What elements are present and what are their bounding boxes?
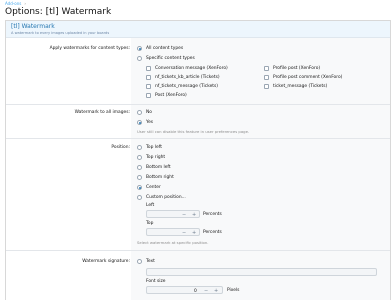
content-type-label[interactable]: Profile post comment (XenForo) (273, 75, 342, 80)
position-label: Position: (111, 145, 130, 150)
content-type-label[interactable]: nf_tickets_kb_article (Tickets) (155, 75, 220, 80)
block-title[interactable]: [tl] Watermark (11, 23, 55, 30)
position-top-left-radio[interactable] (137, 145, 142, 150)
position-bottom-right-radio[interactable] (137, 175, 142, 180)
font-size-unit: Pixels (227, 288, 240, 293)
top-offset-label: Top (146, 221, 154, 226)
position-bottom-left-label[interactable]: Bottom left (146, 165, 171, 170)
all-images-no-label[interactable]: No (146, 110, 152, 115)
all-images-yes-label[interactable]: Yes (146, 120, 153, 125)
font-size-label: Font size (146, 279, 166, 284)
signature-label: Watermark signature: (82, 259, 130, 264)
font-size-stepper[interactable]: 0 − + (146, 286, 223, 294)
row-divider (6, 138, 390, 139)
breadcrumb-item-addons[interactable]: Add-ons › (5, 1, 26, 6)
position-center-radio[interactable] (137, 185, 142, 190)
position-top-right-label[interactable]: Top right (146, 155, 165, 160)
content-type-checkbox[interactable] (146, 93, 151, 98)
decrement-button[interactable]: − (204, 288, 208, 294)
breadcrumb-separator: › (24, 1, 26, 6)
all-images-hint: User still can disable this feature in u… (137, 129, 250, 134)
position-center-label[interactable]: Center (146, 185, 161, 190)
left-offset-label: Left (146, 203, 155, 208)
left-offset-stepper[interactable]: − + (146, 210, 200, 218)
content-type-checkbox[interactable] (264, 66, 269, 71)
font-size-value[interactable]: 0 (194, 289, 197, 294)
all-content-types-radio[interactable] (137, 46, 142, 51)
all-images-label: Watermark to all images: (74, 110, 130, 115)
specific-content-types-label[interactable]: Specific content types (146, 56, 195, 61)
content-type-checkbox[interactable] (146, 66, 151, 71)
block-header: [tl] Watermark A watermark to every imag… (6, 21, 390, 38)
signature-text-label[interactable]: Text (146, 259, 155, 264)
content-type-checkbox[interactable] (146, 75, 151, 80)
all-images-no-radio[interactable] (137, 110, 142, 115)
signature-text-input[interactable] (146, 268, 377, 276)
all-content-types-label[interactable]: All content types (146, 46, 183, 51)
content-type-label[interactable]: ticket_message (Tickets) (273, 84, 327, 89)
increment-button[interactable]: + (192, 230, 196, 236)
content-type-checkbox[interactable] (264, 84, 269, 89)
signature-text-radio[interactable] (137, 259, 142, 264)
content-type-label[interactable]: nf_tickets_message (Tickets) (155, 84, 218, 89)
all-images-yes-radio[interactable] (137, 120, 142, 125)
block-description: A watermark to every images uploaded in … (11, 31, 110, 35)
row-divider (6, 104, 390, 105)
content-types-label: Apply watermarks for content types: (49, 46, 130, 51)
top-offset-unit: Percents (203, 230, 222, 235)
content-type-label[interactable]: Profile post (XenForo) (273, 66, 320, 71)
decrement-button[interactable]: − (182, 230, 186, 236)
increment-button[interactable]: + (192, 212, 196, 218)
content-type-checkbox[interactable] (264, 75, 269, 80)
position-bottom-right-label[interactable]: Bottom right (146, 175, 174, 180)
page-title: Options: [tl] Watermark (5, 7, 112, 17)
content-type-label[interactable]: Conversation message (XenForo) (155, 66, 228, 71)
top-offset-stepper[interactable]: − + (146, 228, 200, 236)
position-bottom-left-radio[interactable] (137, 165, 142, 170)
position-top-left-label[interactable]: Top left (146, 145, 162, 150)
position-custom-radio[interactable] (137, 195, 142, 200)
row-divider (6, 250, 390, 251)
decrement-button[interactable]: − (182, 212, 186, 218)
specific-content-types-radio[interactable] (137, 56, 142, 61)
position-custom-label[interactable]: Custom position... (146, 195, 186, 200)
position-top-right-radio[interactable] (137, 155, 142, 160)
options-block: [tl] Watermark A watermark to every imag… (5, 20, 391, 300)
increment-button[interactable]: + (214, 288, 218, 294)
content-type-label[interactable]: Post (XenForo) (155, 93, 187, 98)
left-offset-unit: Percents (203, 212, 222, 217)
content-type-checkbox[interactable] (146, 84, 151, 89)
position-hint: Select watermark at specific position. (137, 240, 209, 245)
